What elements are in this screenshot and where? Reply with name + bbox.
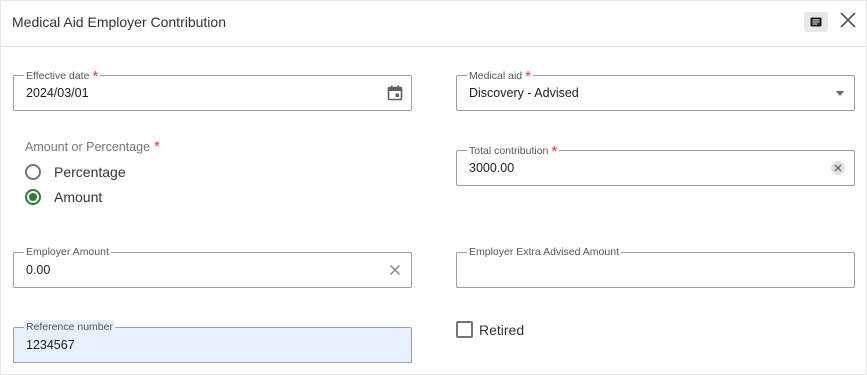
reference-number-label: Reference number — [24, 320, 115, 334]
employer-amount-value: 0.00 — [26, 263, 51, 277]
employer-amount-clear-button[interactable] — [387, 262, 403, 278]
employer-amount-label: Employer Amount — [24, 245, 111, 259]
clear-icon[interactable] — [389, 264, 401, 276]
effective-date-label: Effective date * — [24, 68, 101, 85]
employer-extra-advised-amount-field[interactable]: Employer Extra Advised Amount — [456, 245, 855, 288]
employer-extra-advised-amount-label: Employer Extra Advised Amount — [467, 245, 621, 259]
reference-number-value: 1234567 — [26, 338, 75, 352]
effective-date-field[interactable]: Effective date * 2024/03/01 — [13, 68, 412, 111]
total-contribution-label: Total contribution * — [467, 143, 560, 160]
close-icon[interactable] — [839, 11, 857, 29]
effective-date-value: 2024/03/01 — [26, 86, 89, 100]
amount-or-percentage-label: Amount or Percentage * — [25, 138, 160, 155]
calendar-button[interactable] — [387, 85, 403, 101]
medical-aid-value: Discovery - Advised — [469, 86, 579, 100]
total-contribution-field[interactable]: Total contribution * 3000.00 — [456, 143, 855, 186]
dialog-header: Medical Aid Employer Contribution — [1, 1, 866, 47]
total-contribution-clear-button[interactable] — [830, 160, 846, 176]
radio-percentage[interactable]: Percentage — [25, 164, 126, 180]
radio-checked-icon[interactable] — [25, 189, 41, 205]
dialog: Medical Aid Employer Contribution Effect… — [0, 0, 867, 375]
radio-amount-label[interactable]: Amount — [54, 189, 102, 205]
calendar-icon — [387, 85, 403, 101]
checkbox-unchecked-icon[interactable] — [456, 321, 473, 338]
retired-label[interactable]: Retired — [479, 322, 524, 338]
radio-unchecked-icon[interactable] — [25, 164, 41, 180]
total-contribution-value: 3000.00 — [469, 161, 515, 175]
medical-aid-select[interactable]: Medical aid * Discovery - Advised — [456, 68, 855, 111]
retired-checkbox[interactable]: Retired — [456, 321, 524, 338]
radio-amount[interactable]: Amount — [25, 189, 102, 205]
notes-button[interactable] — [804, 12, 828, 32]
dialog-title: Medical Aid Employer Contribution — [12, 14, 226, 30]
reference-number-field[interactable]: Reference number 1234567 — [13, 320, 412, 363]
notes-icon — [810, 17, 822, 27]
radio-percentage-label[interactable]: Percentage — [54, 164, 126, 180]
dropdown-arrow-icon[interactable] — [836, 91, 844, 96]
medical-aid-label: Medical aid * — [467, 68, 533, 85]
clear-icon[interactable] — [831, 161, 845, 175]
employer-amount-field[interactable]: Employer Amount 0.00 — [13, 245, 412, 288]
